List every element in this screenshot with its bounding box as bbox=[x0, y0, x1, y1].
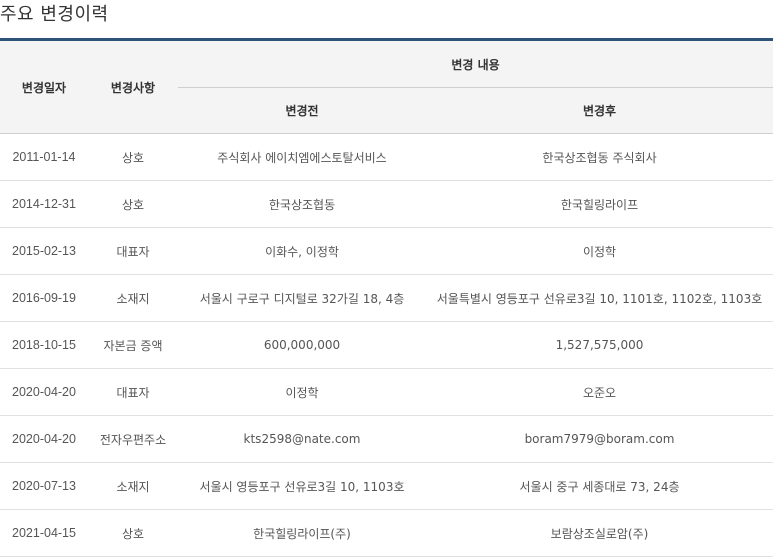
table-row: 2014-12-31 상호 한국상조협동 한국힐링라이프 bbox=[0, 180, 773, 228]
cell-after: 보람상조실로암(주) bbox=[426, 509, 773, 557]
cell-item: 소재지 bbox=[88, 462, 178, 510]
cell-after: 서울시 중구 세종대로 73, 24층 bbox=[426, 462, 773, 510]
change-history-table: 변경일자 변경사항 변경 내용 변경전 변경후 2011-01-14 상호 주식회사… bbox=[0, 38, 773, 557]
cell-before: kts2598@nate.com bbox=[178, 415, 426, 463]
cell-after: 오준오 bbox=[426, 368, 773, 416]
table-row: 2016-09-19 소재지 서울시 구로구 디지털로 32가길 18, 4층 서울특… bbox=[0, 274, 773, 322]
table-row: 2021-04-15 상호 한국힐링라이프(주) 보람상조실로암(주) bbox=[0, 509, 773, 557]
header-item: 변경사항 bbox=[88, 39, 178, 134]
cell-item: 자본금 증액 bbox=[88, 321, 178, 369]
cell-before: 이화수, 이정학 bbox=[178, 227, 426, 275]
cell-after: 한국힐링라이프 bbox=[426, 180, 773, 228]
cell-after: 서울특별시 영등포구 선유로3길 10, 1101호, 1102호, 1103호 bbox=[426, 274, 773, 322]
table-row: 2011-01-14 상호 주식회사 에이치엠에스토탈서비스 한국상조협동 주식회사 bbox=[0, 133, 773, 181]
table-row: 2015-02-13 대표자 이화수, 이정학 이정학 bbox=[0, 227, 773, 275]
cell-item: 상호 bbox=[88, 133, 178, 181]
table-header: 변경일자 변경사항 변경 내용 변경전 변경후 bbox=[0, 39, 773, 134]
cell-date: 2011-01-14 bbox=[0, 133, 88, 181]
cell-date: 2016-09-19 bbox=[0, 274, 88, 322]
table-row: 2020-07-13 소재지 서울시 영등포구 선유로3길 10, 1103호 서울시… bbox=[0, 462, 773, 510]
section-title: 주요 변경이력 bbox=[0, 4, 109, 25]
cell-before: 서울시 구로구 디지털로 32가길 18, 4층 bbox=[178, 274, 426, 322]
cell-before: 한국상조협동 bbox=[178, 180, 426, 228]
table-row: 2018-10-15 자본금 증액 600,000,000 1,527,575,000 bbox=[0, 321, 773, 369]
cell-date: 2021-04-15 bbox=[0, 509, 88, 557]
header-after: 변경후 bbox=[426, 87, 773, 134]
cell-after: 1,527,575,000 bbox=[426, 321, 773, 369]
table-row: 2020-04-20 전자우편주소 kts2598@nate.com boram797… bbox=[0, 415, 773, 463]
cell-date: 2018-10-15 bbox=[0, 321, 88, 369]
cell-date: 2014-12-31 bbox=[0, 180, 88, 228]
cell-date: 2020-04-20 bbox=[0, 368, 88, 416]
cell-date: 2015-02-13 bbox=[0, 227, 88, 275]
table-body: 2011-01-14 상호 주식회사 에이치엠에스토탈서비스 한국상조협동 주식회사 2… bbox=[0, 133, 773, 557]
cell-before: 이정학 bbox=[178, 368, 426, 416]
cell-before: 서울시 영등포구 선유로3길 10, 1103호 bbox=[178, 462, 426, 510]
cell-date: 2020-07-13 bbox=[0, 462, 88, 510]
cell-after: 이정학 bbox=[426, 227, 773, 275]
cell-after: 한국상조협동 주식회사 bbox=[426, 133, 773, 181]
cell-date: 2020-04-20 bbox=[0, 415, 88, 463]
cell-item: 전자우편주소 bbox=[88, 415, 178, 463]
header-date: 변경일자 bbox=[0, 39, 88, 134]
cell-item: 대표자 bbox=[88, 368, 178, 416]
header-change-content: 변경 내용 bbox=[178, 39, 773, 88]
cell-before: 600,000,000 bbox=[178, 321, 426, 369]
cell-after: boram7979@boram.com bbox=[426, 415, 773, 463]
cell-item: 상호 bbox=[88, 509, 178, 557]
cell-before: 한국힐링라이프(주) bbox=[178, 509, 426, 557]
header-before: 변경전 bbox=[178, 87, 426, 134]
cell-item: 대표자 bbox=[88, 227, 178, 275]
table-row: 2020-04-20 대표자 이정학 오준오 bbox=[0, 368, 773, 416]
cell-item: 상호 bbox=[88, 180, 178, 228]
cell-item: 소재지 bbox=[88, 274, 178, 322]
cell-before: 주식회사 에이치엠에스토탈서비스 bbox=[178, 133, 426, 181]
